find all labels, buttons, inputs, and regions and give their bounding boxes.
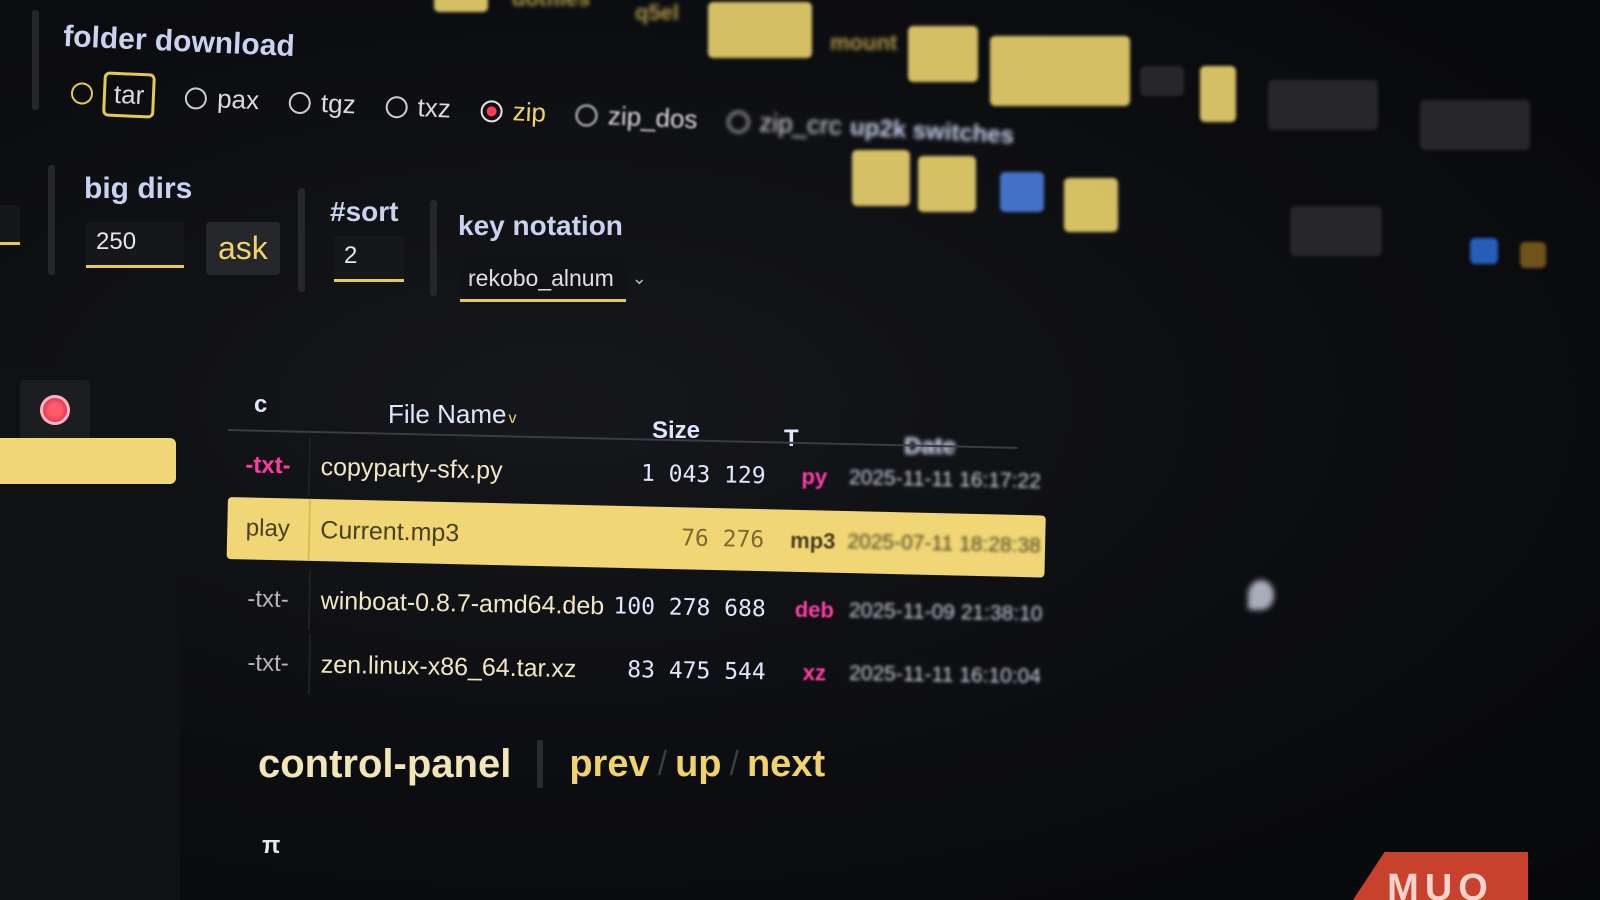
pi-symbol[interactable]: π <box>262 832 280 860</box>
toolbar-button-mount[interactable]: mount <box>830 30 897 56</box>
nav-slash: / <box>657 744 668 783</box>
left-edge-field[interactable] <box>0 205 20 245</box>
file-size: 83 475 544 <box>627 656 766 686</box>
radio-label: zip <box>512 96 547 128</box>
up-link[interactable]: up <box>675 743 721 786</box>
toolbar-button[interactable] <box>434 0 488 12</box>
radio-label: zip_dos <box>607 100 699 135</box>
sort-input[interactable]: 2 <box>334 236 404 282</box>
key-notation-select[interactable]: rekobo_alnum ⌄ <box>460 258 647 302</box>
sort-title: #sort <box>330 196 399 227</box>
control-panel-link[interactable]: control-panel <box>258 742 511 787</box>
next-link[interactable]: next <box>747 743 825 786</box>
file-date: 2025-11-11 16:10:04 <box>848 661 1042 689</box>
file-size: 1 043 129 <box>640 460 766 490</box>
sidebar-selected-item[interactable] <box>0 438 176 484</box>
radio-label: tgz <box>320 87 357 120</box>
table-row[interactable]: -txt- winboat-0.8.7-amd64.deb 100 278 68… <box>227 569 1048 645</box>
col-header-file-name[interactable]: File Name v <box>388 399 516 430</box>
big-dirs-title: big dirs <box>84 172 193 205</box>
file-size: 76 276 <box>680 525 765 554</box>
toolbar-button-final[interactable] <box>708 2 812 58</box>
file-type: py <box>801 464 828 490</box>
toolbar-button-dotfiles[interactable]: dotfiles <box>512 0 590 12</box>
nav-slash: / <box>729 744 739 783</box>
row-action-play[interactable]: play <box>227 514 309 544</box>
col-header-c[interactable]: c <box>254 391 267 419</box>
table-row[interactable]: -txt- zen.linux-x86_64.tar.xz 83 475 544… <box>227 633 1048 707</box>
key-notation-title: key notation <box>458 210 623 241</box>
toolbar-button-utf8[interactable] <box>908 26 978 82</box>
radio-circle-selected[interactable] <box>480 99 504 123</box>
divider <box>48 165 55 275</box>
file-name[interactable]: Current.mp3 <box>307 498 611 568</box>
screen: dotfiles q5el mount up2k switches folder… <box>0 0 1600 900</box>
target-icon <box>40 395 70 425</box>
toolbar-field[interactable] <box>1268 80 1378 130</box>
row-action[interactable]: -txt- <box>227 451 309 481</box>
radio-label: pax <box>216 83 260 116</box>
toolbar-button[interactable] <box>990 36 1130 106</box>
sort-arrow-icon: v <box>508 410 517 427</box>
row-action[interactable]: -txt- <box>227 649 309 678</box>
file-date: 2025-11-09 21:38:10 <box>848 598 1043 626</box>
radio-pax[interactable]: pax <box>184 82 260 116</box>
upload-switch-2[interactable] <box>918 156 976 212</box>
radio-circle[interactable] <box>726 110 750 134</box>
file-type: deb <box>794 596 835 623</box>
upload-switch-7[interactable] <box>1470 238 1498 264</box>
ask-button[interactable]: ask <box>206 222 280 275</box>
toolbar-button[interactable] <box>1140 66 1184 96</box>
radio-tgz[interactable]: tgz <box>288 87 356 121</box>
prev-link[interactable]: prev <box>569 743 649 786</box>
nav-divider <box>537 740 544 788</box>
file-date: 2025-11-11 16:17:22 <box>848 466 1042 494</box>
radio-zip-dos[interactable]: zip_dos <box>575 99 698 135</box>
upload-settings: up2k switches <box>849 114 1014 150</box>
sidebar <box>0 370 180 900</box>
divider <box>32 10 39 110</box>
file-size: 100 278 688 <box>613 593 766 623</box>
file-type: mp3 <box>789 527 836 554</box>
radio-zip[interactable]: zip <box>480 95 547 129</box>
bottom-nav: control-panel prev / up / next <box>258 740 825 788</box>
divider <box>298 188 305 292</box>
radio-tar[interactable]: tar <box>70 70 157 119</box>
toolbar-button-q5el[interactable]: q5el <box>635 0 679 26</box>
upload-switch-4[interactable] <box>1064 178 1118 232</box>
radio-circle[interactable] <box>575 103 599 127</box>
radio-txz[interactable]: txz <box>385 91 452 125</box>
key-notation-value: rekobo_alnum <box>468 265 614 291</box>
chevron-down-icon: ⌄ <box>631 268 647 288</box>
toolbar-button[interactable] <box>1200 66 1236 122</box>
radio-label: zip_crc <box>758 107 843 141</box>
radio-circle[interactable] <box>288 91 312 114</box>
sidebar-target-button[interactable] <box>20 380 90 440</box>
col-header-file-name-label: File Name <box>388 399 507 429</box>
upload-switch-3[interactable] <box>1000 172 1044 212</box>
toolbar-field[interactable] <box>1420 100 1530 150</box>
file-name[interactable]: copyparty-sfx.py <box>308 436 612 504</box>
folder-download-title: folder download <box>62 20 296 64</box>
file-name[interactable]: winboat-0.8.7-amd64.deb <box>308 570 612 637</box>
file-name[interactable]: zen.linux-x86_64.tar.xz <box>308 634 612 700</box>
upload-switch-8[interactable] <box>1520 242 1546 268</box>
big-dirs-input[interactable]: 250 <box>86 222 184 268</box>
radio-label: txz <box>417 92 452 124</box>
radio-tar-circle[interactable] <box>70 81 94 105</box>
file-date: 2025-07-11 18:28:38 <box>847 530 1042 558</box>
upload-settings-title: up2k switches <box>849 113 1015 150</box>
upload-switch-6[interactable] <box>1290 206 1382 256</box>
radio-zip-crc[interactable]: zip_crc <box>726 106 843 142</box>
file-type: xz <box>802 660 827 686</box>
watermark-text: MUO <box>1387 867 1494 900</box>
watermark-logo: MUO <box>1353 852 1528 900</box>
divider <box>430 200 437 296</box>
mouse-cursor-icon <box>1248 580 1274 610</box>
upload-switch-1[interactable] <box>852 150 910 206</box>
radio-circle[interactable] <box>184 86 208 110</box>
radio-tar-label[interactable]: tar <box>102 71 157 119</box>
radio-circle[interactable] <box>385 95 409 119</box>
row-action[interactable]: -txt- <box>227 585 309 615</box>
